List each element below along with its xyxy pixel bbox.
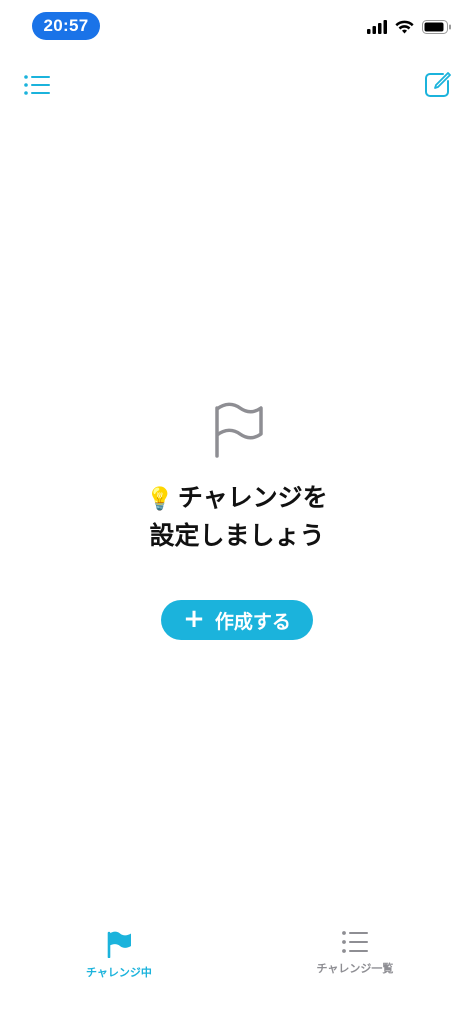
plus-icon: + (183, 604, 205, 634)
menu-list-button[interactable] (22, 70, 52, 100)
tab-challenging[interactable]: チャレンジ中 (49, 930, 189, 980)
status-icons (367, 20, 452, 34)
nav-bar (0, 60, 474, 108)
battery-icon (422, 20, 451, 34)
compose-button[interactable] (422, 70, 452, 100)
flag-filled-icon (107, 931, 131, 958)
compose-icon (425, 72, 451, 97)
tab-label-challenging: チャレンジ中 (86, 966, 152, 979)
flag-outline-icon (215, 402, 263, 458)
message-line-2: 設定しましょう (149, 521, 325, 550)
tab-bar: チャレンジ中 チャレンジ一覧 (0, 920, 474, 1024)
wifi-icon (395, 20, 414, 34)
status-time: 20:57 (32, 12, 100, 40)
cellular-signal-icon (367, 20, 387, 34)
tab-challenge-list[interactable]: チャレンジ一覧 (285, 930, 425, 976)
list-icon (24, 75, 50, 95)
create-button-label: 作成する (214, 610, 291, 633)
empty-message: 💡 チャレンジを 設定しましょう (146, 480, 327, 554)
message-line-1: 💡 チャレンジを (146, 480, 327, 518)
empty-state: 💡 チャレンジを 設定しましょう + 作成する (0, 400, 474, 640)
status-bar: 20:57 (0, 0, 474, 54)
list-icon (342, 931, 368, 953)
create-button[interactable]: + 作成する (161, 600, 313, 640)
tab-label-challenge-list: チャレンジ一覧 (316, 962, 394, 975)
screen: 20:57 💡 チャレンジを 設定しましょう + 作成する チャレンジ中 チャレ… (0, 0, 474, 1024)
message-line-1-text: チャレンジを (177, 483, 328, 512)
lightbulb-icon: 💡 (146, 487, 174, 512)
